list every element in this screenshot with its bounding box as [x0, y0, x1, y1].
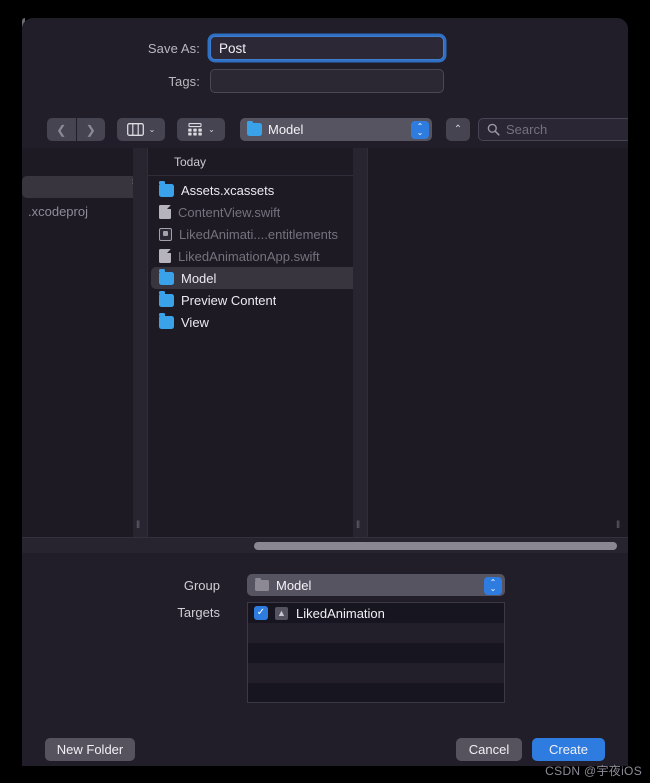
chevron-up-icon: ⌃ [453, 124, 463, 135]
list-item-label: .xcodeproj [28, 204, 88, 219]
path-popup-label: Model [268, 122, 304, 137]
column-2-scrollbar[interactable] [353, 148, 367, 537]
file-list: Assets.xcassets › ContentView.swift Like… [148, 176, 367, 333]
column-3-resize-grip[interactable]: ‖ [616, 519, 625, 532]
folder-icon [255, 577, 269, 591]
browser-horizontal-scrollbar[interactable] [22, 537, 628, 554]
document-icon [159, 205, 171, 219]
chevron-left-icon: ❮ [56, 122, 67, 137]
file-name: Model [181, 270, 217, 286]
group-popup-stepper[interactable]: ⌃ ⌄ [484, 576, 502, 595]
chevron-down-icon: ⌄ [208, 124, 215, 134]
scrollbar-thumb[interactable] [254, 542, 617, 550]
document-icon [159, 249, 171, 263]
path-popup-stepper[interactable]: ⌃ ⌄ [411, 120, 429, 139]
group-label: Group [183, 578, 220, 593]
nav-button-group: ❮ ❯ [47, 118, 105, 141]
group-popup-label: Model [276, 577, 312, 593]
table-row[interactable]: LikedAnimationApp.swift [151, 245, 364, 267]
column-1-scrollbar[interactable] [133, 148, 147, 537]
save-as-label: Save As: [147, 40, 200, 56]
entitlements-file-icon [159, 227, 172, 241]
create-button[interactable]: Create [532, 738, 605, 761]
column-view-button[interactable]: ⌄ [117, 118, 165, 141]
file-browser: › .xcodeproj ‖ Today Assets.xcassets › [22, 148, 628, 537]
browser-column-3[interactable]: ‖ [368, 148, 627, 537]
search-icon [487, 123, 500, 136]
forward-button[interactable]: ❯ [76, 118, 105, 141]
table-row[interactable]: Preview Content › [151, 289, 364, 311]
table-row[interactable]: Model › [151, 267, 364, 289]
target-checkbox[interactable]: ✓ [254, 606, 268, 620]
table-row[interactable]: View › [151, 311, 364, 333]
folder-icon [247, 120, 262, 136]
list-item-empty [248, 683, 504, 702]
save-dialog: Save As: Post Tags: ❮ ❯ ⌄ ⌄ Model ⌃ ⌄ ⌃ … [22, 18, 628, 766]
target-name: LikedAnimation [296, 605, 385, 621]
group-popup-button[interactable]: Model ⌃ ⌄ [247, 574, 505, 596]
tags-row: Tags: [132, 69, 444, 93]
watermark: CSDN @宇夜iOS [545, 764, 642, 778]
back-button[interactable]: ❮ [47, 118, 76, 141]
table-row[interactable]: LikedAnimati....entitlements [151, 223, 364, 245]
targets-label: Targets [177, 605, 220, 620]
list-item-empty [248, 623, 504, 643]
file-name: Preview Content [181, 292, 277, 308]
folder-icon [159, 181, 174, 197]
chevron-right-icon: ❯ [85, 122, 96, 137]
file-name: Assets.xcassets [181, 182, 275, 198]
new-folder-button[interactable]: New Folder [45, 738, 135, 761]
search-field[interactable]: Search [478, 118, 628, 141]
gallery-view-icon [188, 123, 202, 136]
folder-icon [159, 269, 174, 285]
checkmark-icon: ✓ [256, 607, 266, 618]
cancel-button[interactable]: Cancel [456, 738, 522, 761]
dialog-button-bar: New Folder Cancel Create [22, 726, 628, 766]
app-glyph: ▲ [277, 607, 286, 618]
app-target-icon: ▲ [275, 606, 288, 620]
browser-toolbar: ❮ ❯ ⌄ ⌄ Model ⌃ ⌄ ⌃ Search [22, 114, 628, 148]
list-item[interactable]: ✓ ▲ LikedAnimation [248, 603, 504, 623]
file-name: ContentView.swift [178, 204, 281, 220]
chevron-down-icon: ⌄ [416, 127, 424, 137]
list-item[interactable]: › [22, 176, 143, 198]
search-placeholder: Search [506, 122, 548, 137]
browser-column-1[interactable]: › .xcodeproj ‖ [22, 148, 148, 537]
list-item-empty [248, 663, 504, 683]
browser-column-2[interactable]: Today Assets.xcassets › ContentView.swif… [148, 148, 368, 537]
column-1-resize-grip[interactable]: ‖ [136, 519, 145, 532]
chevron-down-icon: ⌄ [148, 124, 156, 134]
folder-icon [159, 291, 174, 307]
gallery-view-button[interactable]: ⌄ [177, 118, 225, 141]
column-view-icon [126, 123, 144, 136]
chevron-down-icon: ⌄ [489, 583, 497, 593]
save-as-input[interactable]: Post [210, 36, 444, 60]
folder-icon [159, 313, 174, 329]
tags-input[interactable] [210, 69, 444, 93]
file-name: View [181, 314, 209, 330]
column-2-resize-grip[interactable]: ‖ [356, 519, 365, 532]
table-row[interactable]: Assets.xcassets › [151, 179, 364, 201]
screen: Save As: Post Tags: ❮ ❯ ⌄ ⌄ Model ⌃ ⌄ ⌃ … [0, 0, 650, 783]
targets-list[interactable]: ✓ ▲ LikedAnimation [247, 602, 505, 703]
file-name: LikedAnimationApp.swift [178, 248, 320, 264]
file-name: LikedAnimati....entitlements [179, 226, 338, 242]
path-popup-button[interactable]: Model ⌃ ⌄ [240, 118, 432, 141]
group-header-today: Today [148, 148, 367, 176]
list-item-empty [248, 643, 504, 663]
tags-label: Tags: [168, 73, 200, 89]
save-as-row: Save As: Post [132, 36, 444, 60]
go-up-button[interactable]: ⌃ [446, 118, 470, 141]
table-row[interactable]: ContentView.swift [151, 201, 364, 223]
